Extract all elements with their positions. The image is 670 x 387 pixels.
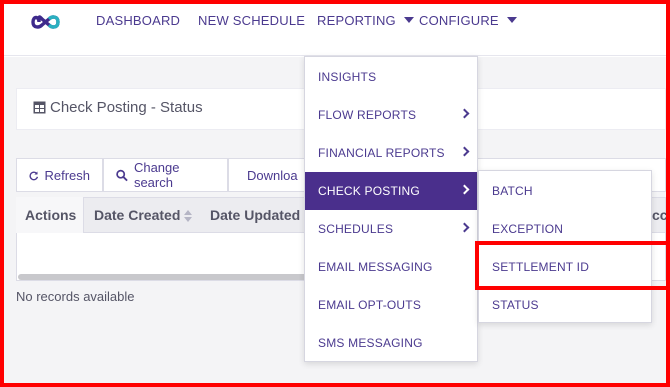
column-header-partial: cc xyxy=(652,207,668,223)
caret-down-icon xyxy=(506,16,517,23)
nav-reporting-label: REPORTING xyxy=(317,13,396,28)
nav-dashboard[interactable]: DASHBOARD xyxy=(96,13,180,28)
change-search-button[interactable]: Change search xyxy=(103,158,228,192)
menu-item-financial-reports-label: FINANCIAL REPORTS xyxy=(318,146,445,160)
infinity-logo-icon[interactable] xyxy=(26,8,66,36)
menu-item-insights-label: INSIGHTS xyxy=(318,70,377,84)
chevron-right-icon xyxy=(459,222,470,233)
empty-state-text: No records available xyxy=(16,289,135,304)
menu-item-sms-messaging-label: SMS MESSAGING xyxy=(318,336,423,350)
page-title: Check Posting - Status xyxy=(50,99,203,116)
menu-item-insights[interactable]: INSIGHTS xyxy=(305,58,477,96)
reporting-dropdown-menu: INSIGHTS FLOW REPORTS FINANCIAL REPORTS … xyxy=(304,56,478,362)
menu-item-financial-reports[interactable]: FINANCIAL REPORTS xyxy=(305,134,477,172)
nav-configure-label: CONFIGURE xyxy=(419,13,499,28)
sort-icon[interactable] xyxy=(184,210,193,223)
chevron-right-icon xyxy=(459,146,470,157)
refresh-icon xyxy=(29,170,39,180)
menu-item-email-messaging-label: EMAIL MESSAGING xyxy=(318,260,433,274)
nav-new-schedule[interactable]: NEW SCHEDULE xyxy=(198,13,305,28)
menu-item-check-posting-label: CHECK POSTING xyxy=(318,184,420,198)
top-navbar xyxy=(4,4,666,56)
column-header-actions: Actions xyxy=(25,207,77,223)
menu-item-email-opt-outs-label: EMAIL OPT-OUTS xyxy=(318,298,422,312)
check-posting-submenu: BATCH EXCEPTION SETTLEMENT ID STATUS xyxy=(478,170,652,323)
refresh-label: Refresh xyxy=(44,167,90,183)
nav-reporting[interactable]: REPORTING xyxy=(317,13,414,28)
menu-item-check-posting[interactable]: CHECK POSTING xyxy=(305,172,477,210)
change-search-label: Change search xyxy=(133,160,180,190)
search-icon xyxy=(116,169,128,181)
submenu-item-settlement-id[interactable]: SETTLEMENT ID xyxy=(479,248,651,286)
column-header-date-updated-label: Date Updated xyxy=(210,207,301,223)
download-button[interactable]: Downloa xyxy=(228,158,308,192)
menu-item-flow-reports[interactable]: FLOW REPORTS xyxy=(305,96,477,134)
column-header-date-updated[interactable]: Date Updated xyxy=(210,207,313,223)
menu-item-schedules[interactable]: SCHEDULES xyxy=(305,210,477,248)
submenu-item-status[interactable]: STATUS xyxy=(479,286,651,324)
horizontal-scrollbar[interactable] xyxy=(18,274,318,280)
download-label: Downloa xyxy=(247,167,298,183)
refresh-button[interactable]: Refresh xyxy=(16,158,103,192)
column-header-date-created-label: Date Created xyxy=(94,207,181,223)
menu-item-email-opt-outs[interactable]: EMAIL OPT-OUTS xyxy=(305,286,477,324)
submenu-item-exception[interactable]: EXCEPTION xyxy=(479,210,651,248)
menu-item-sms-messaging[interactable]: SMS MESSAGING xyxy=(305,324,477,362)
caret-down-icon xyxy=(403,16,414,23)
menu-item-email-messaging[interactable]: EMAIL MESSAGING xyxy=(305,248,477,286)
menu-item-flow-reports-label: FLOW REPORTS xyxy=(318,108,417,122)
chevron-right-icon xyxy=(459,108,470,119)
menu-item-schedules-label: SCHEDULES xyxy=(318,222,394,236)
table-grid-icon xyxy=(33,101,46,114)
nav-configure[interactable]: CONFIGURE xyxy=(419,13,517,28)
column-header-date-created[interactable]: Date Created xyxy=(94,207,193,223)
chevron-right-icon xyxy=(459,184,470,195)
submenu-item-batch[interactable]: BATCH xyxy=(479,172,651,210)
